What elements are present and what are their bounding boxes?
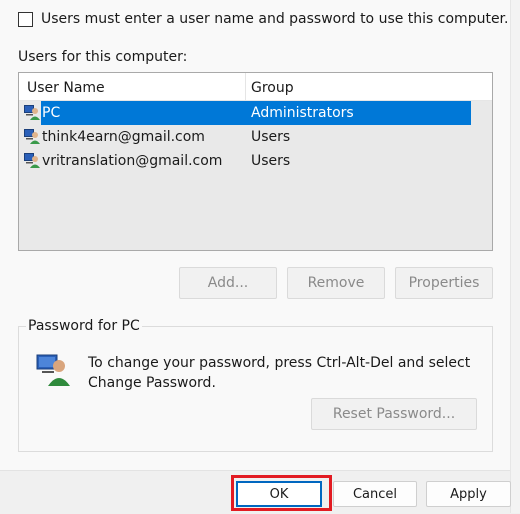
apply-button[interactable]: Apply (426, 481, 511, 507)
user-account-icon (24, 129, 40, 144)
user-group-cell: Administrators (251, 105, 354, 121)
user-account-icon (24, 153, 40, 168)
password-instructions-line2: Change Password. (88, 375, 216, 391)
column-header-group[interactable]: Group (251, 80, 294, 96)
window-edge (510, 0, 520, 513)
users-list-body: PC Administrators think4earn@gmail.com U… (19, 101, 492, 250)
properties-button[interactable]: Properties (395, 267, 493, 299)
users-list-header: User Name Group (19, 73, 492, 101)
user-row-vritranslation[interactable]: vritranslation@gmail.com Users (19, 149, 492, 173)
user-name-cell: vritranslation@gmail.com (42, 153, 223, 169)
column-header-user-name[interactable]: User Name (27, 80, 105, 96)
user-group-cell: Users (251, 129, 291, 145)
user-account-icon (24, 105, 40, 120)
password-instructions: To change your password, press Ctrl-Alt-… (88, 353, 470, 393)
user-password-icon (36, 354, 70, 386)
user-row-think4earn[interactable]: think4earn@gmail.com Users (19, 125, 492, 149)
users-list[interactable]: User Name Group PC Administrators think4… (18, 72, 493, 251)
users-list-label: Users for this computer: (18, 49, 188, 65)
password-group-title: Password for PC (26, 318, 142, 334)
require-password-row[interactable]: Users must enter a user name and passwor… (18, 10, 508, 28)
remove-button[interactable]: Remove (287, 267, 385, 299)
ok-button[interactable]: OK (236, 481, 322, 507)
user-row-pc[interactable]: PC Administrators (19, 101, 492, 125)
reset-password-button[interactable]: Reset Password... (311, 398, 477, 430)
add-button[interactable]: Add... (179, 267, 277, 299)
user-group-cell: Users (251, 153, 291, 169)
password-instructions-line1: To change your password, press Ctrl-Alt-… (88, 355, 471, 371)
require-password-checkbox[interactable] (18, 11, 33, 27)
cancel-button[interactable]: Cancel (333, 481, 417, 507)
column-separator[interactable] (245, 73, 246, 100)
require-password-label: Users must enter a user name and passwor… (41, 11, 509, 27)
user-name-cell: think4earn@gmail.com (42, 129, 205, 145)
user-name-cell: PC (42, 105, 61, 121)
